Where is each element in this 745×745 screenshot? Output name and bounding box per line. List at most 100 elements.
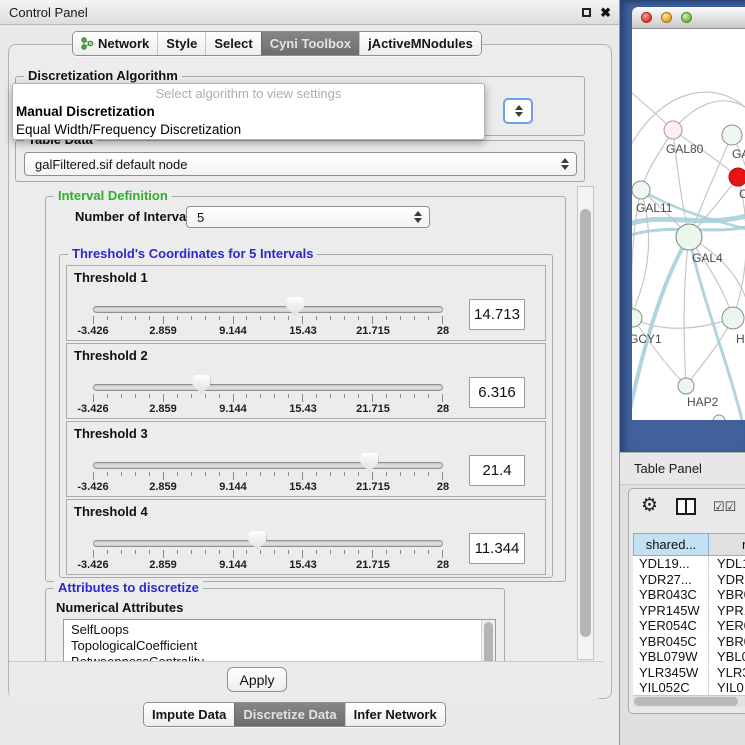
threshold-label: Threshold 1	[74, 270, 148, 285]
table-row[interactable]: YPR145W YPR1	[633, 603, 745, 619]
tab-network[interactable]: Network	[73, 32, 157, 55]
network-node-gal4[interactable]	[676, 224, 702, 250]
combo-arrows-icon	[561, 158, 569, 170]
threshold-value-field[interactable]: 11.344	[469, 533, 525, 564]
network-node-ga[interactable]	[722, 125, 742, 145]
threshold-slider-track[interactable]	[93, 540, 443, 547]
network-node-gal11[interactable]	[632, 181, 650, 199]
settings-scroll-area: Interval Definition Number of Intervals …	[14, 186, 575, 662]
table-data-selected-value: galFiltered.sif default node	[35, 157, 187, 172]
node-label: GAL4	[692, 251, 723, 265]
algorithm-dropdown-popup: Select algorithm to view settings Manual…	[12, 83, 485, 140]
network-node-gcy1[interactable]	[632, 309, 642, 327]
zoom-traffic-light-icon[interactable]	[681, 12, 692, 23]
apply-button[interactable]: Apply	[227, 667, 287, 692]
threshold-slider-thumb[interactable]	[360, 453, 378, 472]
network-canvas[interactable]: GAL80GACGAL11GAL4GCY1HHAP2	[632, 29, 745, 420]
float-window-icon[interactable]	[582, 8, 591, 17]
tab-infer-network[interactable]: Infer Network	[345, 703, 445, 726]
tab-discretize-data[interactable]: Discretize Data	[234, 703, 344, 726]
table-row[interactable]: YBR045C YBR0	[633, 634, 745, 650]
threshold-label: Threshold 3	[74, 426, 148, 441]
table-row[interactable]: YDL19... YDL1	[633, 556, 745, 572]
node-label: GAL80	[666, 142, 704, 156]
select-columns-icon[interactable]: ☑☑	[713, 499, 736, 515]
minimize-traffic-light-icon[interactable]	[661, 12, 672, 23]
table-panel-header: Table Panel	[620, 452, 745, 485]
threshold-slider-track[interactable]	[93, 306, 443, 313]
node-label: GAL11	[636, 201, 673, 215]
threshold-value-field[interactable]: 14.713	[469, 299, 525, 330]
threshold-panel-3: Threshold 3 -3.4262.8599.14415.4321.7152…	[66, 421, 546, 497]
interval-definition-title: Interval Definition	[54, 188, 172, 204]
threshold-value-field[interactable]: 6.316	[469, 377, 525, 408]
network-node-h[interactable]	[722, 307, 744, 329]
threshold-coordinates-group: Threshold's Coordinates for 5 Intervals …	[59, 254, 553, 578]
threshold-slider-thumb[interactable]	[248, 531, 266, 550]
threshold-panel-1: Threshold 1 -3.4262.8599.14415.4321.7152…	[66, 265, 546, 341]
apply-strip: Apply	[9, 661, 603, 699]
network-node-c[interactable]	[729, 168, 745, 186]
attribute-item[interactable]: SelfLoops	[64, 622, 495, 638]
slider-ticks	[93, 472, 443, 481]
threshold-slider-thumb[interactable]	[286, 297, 304, 316]
column-header-shared[interactable]: shared...	[633, 533, 709, 556]
slider-tick-labels: -3.4262.8599.14415.4321.71528	[93, 325, 443, 338]
threshold-coordinates-title: Threshold's Coordinates for 5 Intervals	[68, 246, 317, 262]
threshold-slider-thumb[interactable]	[192, 375, 210, 394]
network-edge	[641, 130, 673, 190]
table-row[interactable]: YDR27... YDR2	[633, 572, 745, 588]
scrollbar-thumb[interactable]	[580, 209, 591, 637]
network-edge	[689, 237, 733, 318]
network-node-hap2[interactable]	[678, 378, 694, 394]
close-traffic-light-icon[interactable]	[641, 12, 652, 23]
tab-select[interactable]: Select	[205, 32, 260, 55]
table-row[interactable]: YER054C YER0	[633, 618, 745, 634]
network-node[interactable]	[713, 415, 725, 420]
cyni-bottom-tab-bar: Impute DataDiscretize DataInfer Network	[143, 702, 446, 727]
network-view-window: GAL80GACGAL11GAL4GCY1HHAP2	[620, 0, 745, 452]
right-panels: GAL80GACGAL11GAL4GCY1HHAP2 Table Panel ⚙…	[620, 0, 745, 745]
node-label: GA	[732, 147, 745, 161]
tab-impute-data[interactable]: Impute Data	[144, 703, 234, 726]
scrollbar-thumb[interactable]	[484, 622, 493, 662]
table-row[interactable]: YBR043C YBR0	[633, 587, 745, 603]
table-panel-title: Table Panel	[634, 461, 702, 476]
column-layout-icon[interactable]	[676, 498, 696, 515]
popup-item-manual-discretization[interactable]: Manual Discretization	[13, 103, 484, 121]
attributes-to-discretize-title: Attributes to discretize	[54, 580, 203, 596]
attributes-list-scrollbar[interactable]	[481, 620, 495, 662]
interval-definition-group: Interval Definition Number of Intervals …	[45, 196, 566, 582]
combo-arrows-icon	[414, 211, 422, 223]
number-of-intervals-value: 5	[197, 210, 204, 225]
network-edge	[686, 318, 733, 386]
tab-jactivemnodules[interactable]: jActiveMNodules	[359, 32, 481, 55]
threshold-slider-track[interactable]	[93, 384, 443, 391]
table-row[interactable]: YLR345W YLR3	[633, 665, 745, 681]
table-horizontal-scrollbar[interactable]	[633, 695, 745, 707]
window-title: Control Panel	[9, 5, 88, 20]
table-row[interactable]: YIL052C YIL0	[633, 680, 745, 695]
tab-cyni-toolbox[interactable]: Cyni Toolbox	[261, 32, 359, 55]
number-of-intervals-combobox[interactable]: 5	[186, 206, 430, 228]
threshold-slider-track[interactable]	[93, 462, 443, 469]
algorithm-combobox[interactable]	[503, 98, 533, 124]
numerical-attributes-list[interactable]: SelfLoopsTopologicalCoefficientBetweenne…	[63, 619, 496, 662]
column-header-name[interactable]: na	[709, 533, 745, 556]
network-edge	[684, 237, 689, 386]
close-icon[interactable]: ✖	[600, 0, 611, 25]
popup-item-equal-width-frequency[interactable]: Equal Width/Frequency Discretization	[13, 121, 484, 139]
network-window-titlebar[interactable]	[632, 7, 745, 29]
settings-vertical-scrollbar[interactable]	[577, 186, 594, 660]
attribute-item[interactable]: TopologicalCoefficient	[64, 638, 495, 654]
scrollbar-thumb[interactable]	[634, 697, 738, 706]
gear-icon[interactable]: ⚙	[641, 496, 658, 515]
tab-style[interactable]: Style	[157, 32, 205, 55]
node-label: GCY1	[632, 332, 662, 346]
discretization-algorithm-title: Discretization Algorithm	[24, 68, 182, 84]
table-row[interactable]: YBL079W YBL0	[633, 649, 745, 665]
network-node-gal80[interactable]	[664, 121, 682, 139]
screen: Control Panel ✖ NetworkStyleSelectCyni T…	[0, 0, 745, 745]
threshold-value-field[interactable]: 21.4	[469, 455, 525, 486]
table-data-combobox[interactable]: galFiltered.sif default node	[24, 152, 577, 176]
